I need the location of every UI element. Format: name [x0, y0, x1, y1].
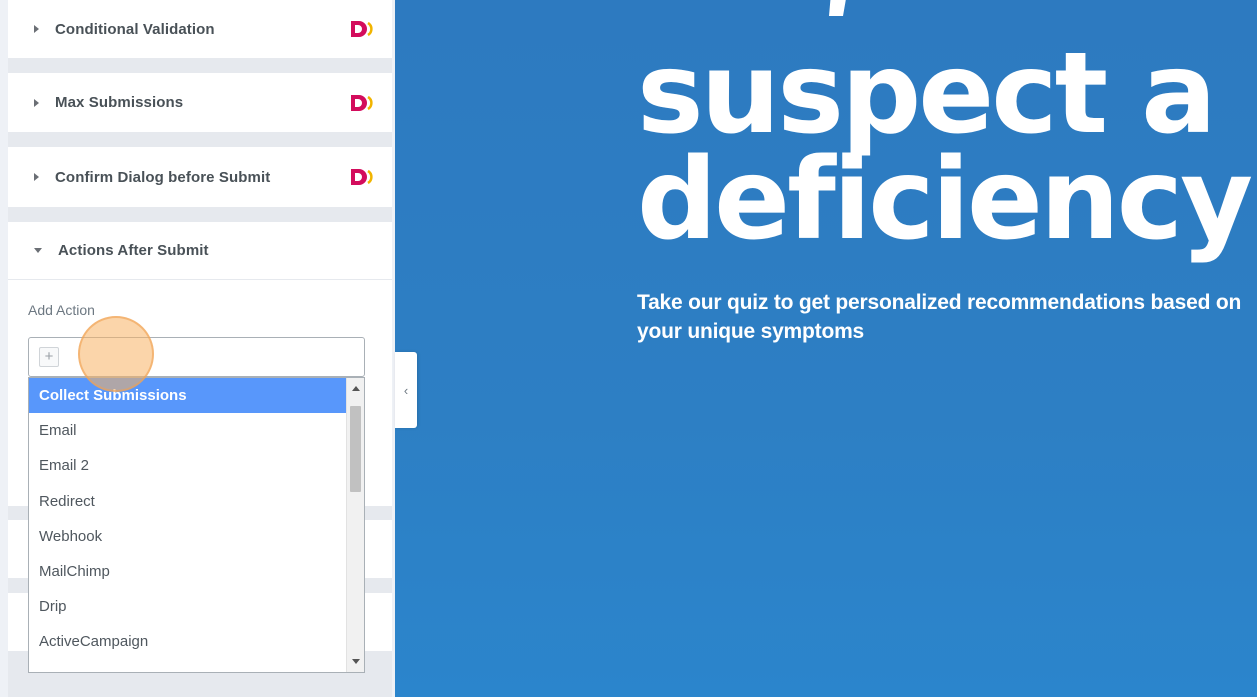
pro-badge-icon — [351, 94, 373, 111]
caret-right-icon — [34, 98, 39, 107]
dropdown-option[interactable]: Webhook — [29, 519, 347, 554]
section-title: Actions After Submit — [58, 242, 209, 259]
caret-right-icon — [34, 25, 39, 33]
dropdown-option[interactable]: Email 2 — [29, 448, 347, 483]
section-header[interactable]: Actions After Submit — [8, 222, 392, 280]
section-title: Max Submissions — [55, 94, 184, 111]
headline-line-1: suspect a — [637, 29, 1217, 159]
section-confirm-dialog[interactable]: Confirm Dialog before Submit — [8, 147, 392, 207]
option-list: Collect Submissions Email Email 2 Redirect W… — [29, 378, 364, 660]
caret-right-icon — [34, 173, 39, 181]
dropdown-option[interactable]: ActiveCampaign — [29, 624, 347, 659]
dropdown-option[interactable]: Drip — [29, 589, 347, 624]
dropdown-option[interactable]: Email — [29, 413, 347, 448]
pro-badge-icon — [351, 21, 373, 37]
headline-line-2: deficiency? — [637, 135, 1257, 265]
add-action-label: Add Action — [28, 302, 95, 318]
section-title: Confirm Dialog before Submit — [55, 168, 271, 186]
app-window: Conditional Validation Max Submissions C… — [8, 0, 1257, 697]
chevron-left-icon: ‹ — [403, 382, 409, 398]
page-preview: suspect a deficiency? Take our quiz to g… — [395, 0, 1257, 697]
headline-subtext: Take our quiz to get personalized recomm… — [637, 291, 1242, 343]
editor-panel: Conditional Validation Max Submissions C… — [8, 0, 392, 697]
scroll-down-arrow-icon[interactable] — [352, 659, 360, 664]
dropdown-option[interactable]: Collect Submissions — [29, 378, 347, 414]
headline-fragment-icon — [829, 0, 846, 16]
panel-collapse-button[interactable]: ‹ — [395, 352, 417, 428]
section-conditional-validation[interactable]: Conditional Validation — [8, 0, 392, 58]
plus-icon[interactable]: + — [39, 347, 59, 367]
dropdown-option[interactable]: Redirect — [29, 484, 347, 519]
pro-badge-icon — [351, 169, 373, 185]
section-max-submissions[interactable]: Max Submissions — [8, 73, 392, 132]
dropdown-scrollbar[interactable] — [346, 378, 364, 672]
section-header[interactable]: Conditional Validation — [8, 0, 392, 58]
cursor-highlight — [78, 316, 154, 392]
section-header[interactable]: Max Submissions — [8, 73, 392, 132]
scroll-up-arrow-icon[interactable] — [352, 386, 360, 391]
section-header[interactable]: Confirm Dialog before Submit — [8, 147, 392, 207]
caret-down-icon — [34, 248, 42, 253]
action-dropdown-list[interactable]: Collect Submissions Email Email 2 Redirect W… — [28, 377, 365, 673]
section-title: Conditional Validation — [55, 20, 215, 38]
dropdown-option[interactable]: MailChimp — [29, 554, 347, 589]
scroll-thumb[interactable] — [350, 406, 361, 492]
